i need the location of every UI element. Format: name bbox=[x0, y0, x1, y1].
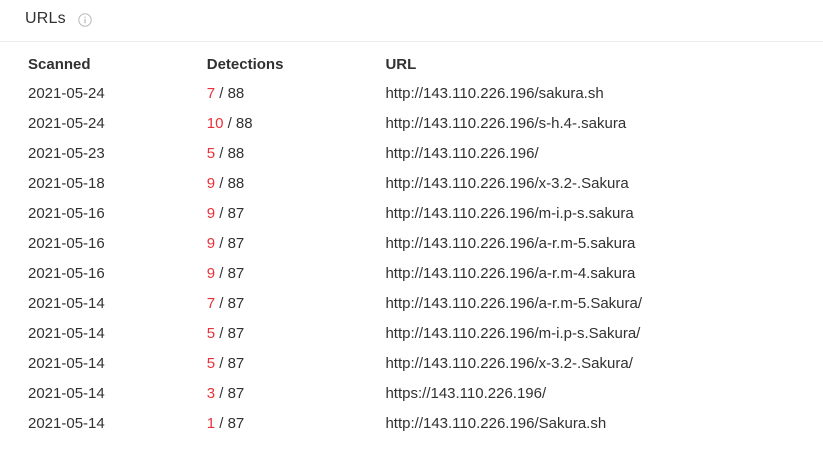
detections-total: / 87 bbox=[219, 384, 245, 402]
detections-count: 9 bbox=[206, 174, 216, 192]
table-header-row: Scanned Detections URL bbox=[17, 50, 823, 78]
url-link[interactable]: http://143.110.226.196/a-r.m-5.sakura bbox=[374, 228, 823, 258]
scanned-date: 2021-05-14 bbox=[28, 354, 105, 372]
detections-count: 5 bbox=[206, 354, 216, 372]
detections-count: 7 bbox=[206, 84, 216, 102]
table-row[interactable]: 2021-05-16 9 / 87 http://143.110.226.196/a… bbox=[17, 228, 823, 258]
table-row[interactable]: 2021-05-14 1 / 87 http://143.110.226.196/S… bbox=[17, 408, 823, 438]
table-row[interactable]: 2021-05-14 3 / 87 https://143.110.226.196/ bbox=[17, 378, 823, 408]
detections-total: / 87 bbox=[219, 354, 245, 372]
scanned-date: 2021-05-16 bbox=[28, 234, 105, 252]
detections-total: / 87 bbox=[219, 204, 245, 222]
detections-cell: 10 / 88 bbox=[196, 108, 375, 138]
detections-total: / 88 bbox=[219, 84, 245, 102]
detections-count: 7 bbox=[206, 294, 216, 312]
table-row[interactable]: 2021-05-16 9 / 87 http://143.110.226.196/a… bbox=[17, 258, 823, 288]
table-row[interactable]: 2021-05-18 9 / 88 http://143.110.226.196/x… bbox=[17, 168, 823, 198]
detections-cell: 5 / 87 bbox=[196, 318, 375, 348]
detections-total: / 87 bbox=[219, 324, 245, 342]
detections-total: / 88 bbox=[219, 174, 245, 192]
detections-cell: 5 / 88 bbox=[196, 138, 375, 168]
url-link[interactable]: http://143.110.226.196/m-i.p-s.sakura bbox=[374, 198, 823, 228]
detections-total: / 88 bbox=[227, 114, 253, 132]
table-row[interactable]: 2021-05-14 7 / 87 http://143.110.226.196/a… bbox=[17, 288, 823, 318]
scanned-date: 2021-05-14 bbox=[28, 414, 105, 432]
detections-cell: 9 / 87 bbox=[196, 258, 375, 288]
detections-cell: 7 / 88 bbox=[196, 78, 375, 108]
scanned-date: 2021-05-14 bbox=[28, 384, 105, 402]
url-link[interactable]: http://143.110.226.196/ bbox=[374, 138, 823, 168]
url-link[interactable]: http://143.110.226.196/sakura.sh bbox=[374, 78, 823, 108]
table-row[interactable]: 2021-05-24 10 / 88 http://143.110.226.196/… bbox=[17, 108, 823, 138]
detections-cell: 7 / 87 bbox=[196, 288, 375, 318]
card-header: URLs bbox=[0, 0, 823, 42]
table-row[interactable]: 2021-05-23 5 / 88 http://143.110.226.196/ bbox=[17, 138, 823, 168]
detections-cell: 5 / 87 bbox=[196, 348, 375, 378]
section-title: URLs bbox=[25, 10, 66, 27]
detections-cell: 9 / 87 bbox=[196, 228, 375, 258]
column-header-detections: Detections bbox=[206, 55, 284, 73]
detections-count: 5 bbox=[206, 144, 216, 162]
detections-count: 5 bbox=[206, 324, 216, 342]
scanned-date: 2021-05-23 bbox=[28, 144, 105, 162]
detections-total: / 87 bbox=[219, 294, 245, 312]
info-circle-icon[interactable] bbox=[78, 13, 92, 27]
url-link[interactable]: http://143.110.226.196/a-r.m-4.sakura bbox=[374, 258, 823, 288]
url-link[interactable]: http://143.110.226.196/x-3.2-.Sakura bbox=[374, 168, 823, 198]
table-row[interactable]: 2021-05-16 9 / 87 http://143.110.226.196/m… bbox=[17, 198, 823, 228]
detections-count: 3 bbox=[206, 384, 216, 402]
urls-table: Scanned Detections URL 2021-05-24 7 / 88 h… bbox=[17, 50, 823, 438]
url-link[interactable]: http://143.110.226.196/s-h.4-.sakura bbox=[374, 108, 823, 138]
detections-count: 10 bbox=[206, 114, 224, 132]
detections-total: / 88 bbox=[219, 144, 245, 162]
scanned-date: 2021-05-18 bbox=[28, 174, 105, 192]
detections-count: 1 bbox=[206, 414, 216, 432]
scanned-date: 2021-05-24 bbox=[28, 114, 105, 132]
table-row[interactable]: 2021-05-24 7 / 88 http://143.110.226.196/s… bbox=[17, 78, 823, 108]
table-row[interactable]: 2021-05-14 5 / 87 http://143.110.226.196/x… bbox=[17, 348, 823, 378]
detections-cell: 1 / 87 bbox=[196, 408, 375, 438]
scanned-date: 2021-05-16 bbox=[28, 264, 105, 282]
url-link[interactable]: http://143.110.226.196/Sakura.sh bbox=[374, 408, 823, 438]
url-link[interactable]: http://143.110.226.196/x-3.2-.Sakura/ bbox=[374, 348, 823, 378]
scanned-date: 2021-05-16 bbox=[28, 204, 105, 222]
scanned-date: 2021-05-14 bbox=[28, 294, 105, 312]
column-header-url: URL bbox=[385, 55, 417, 73]
detections-cell: 9 / 87 bbox=[196, 198, 375, 228]
column-header-scanned: Scanned bbox=[28, 55, 91, 73]
detections-cell: 3 / 87 bbox=[196, 378, 375, 408]
detections-count: 9 bbox=[206, 204, 216, 222]
url-link[interactable]: http://143.110.226.196/m-i.p-s.Sakura/ bbox=[374, 318, 823, 348]
detections-count: 9 bbox=[206, 234, 216, 252]
url-link[interactable]: https://143.110.226.196/ bbox=[374, 378, 823, 408]
detections-total: / 87 bbox=[219, 234, 245, 252]
detections-count: 9 bbox=[206, 264, 216, 282]
url-link[interactable]: http://143.110.226.196/a-r.m-5.Sakura/ bbox=[374, 288, 823, 318]
detections-total: / 87 bbox=[219, 414, 245, 432]
scanned-date: 2021-05-14 bbox=[28, 324, 105, 342]
detections-cell: 9 / 88 bbox=[196, 168, 375, 198]
scanned-date: 2021-05-24 bbox=[28, 84, 105, 102]
detections-total: / 87 bbox=[219, 264, 245, 282]
table-row[interactable]: 2021-05-14 5 / 87 http://143.110.226.196/m… bbox=[17, 318, 823, 348]
